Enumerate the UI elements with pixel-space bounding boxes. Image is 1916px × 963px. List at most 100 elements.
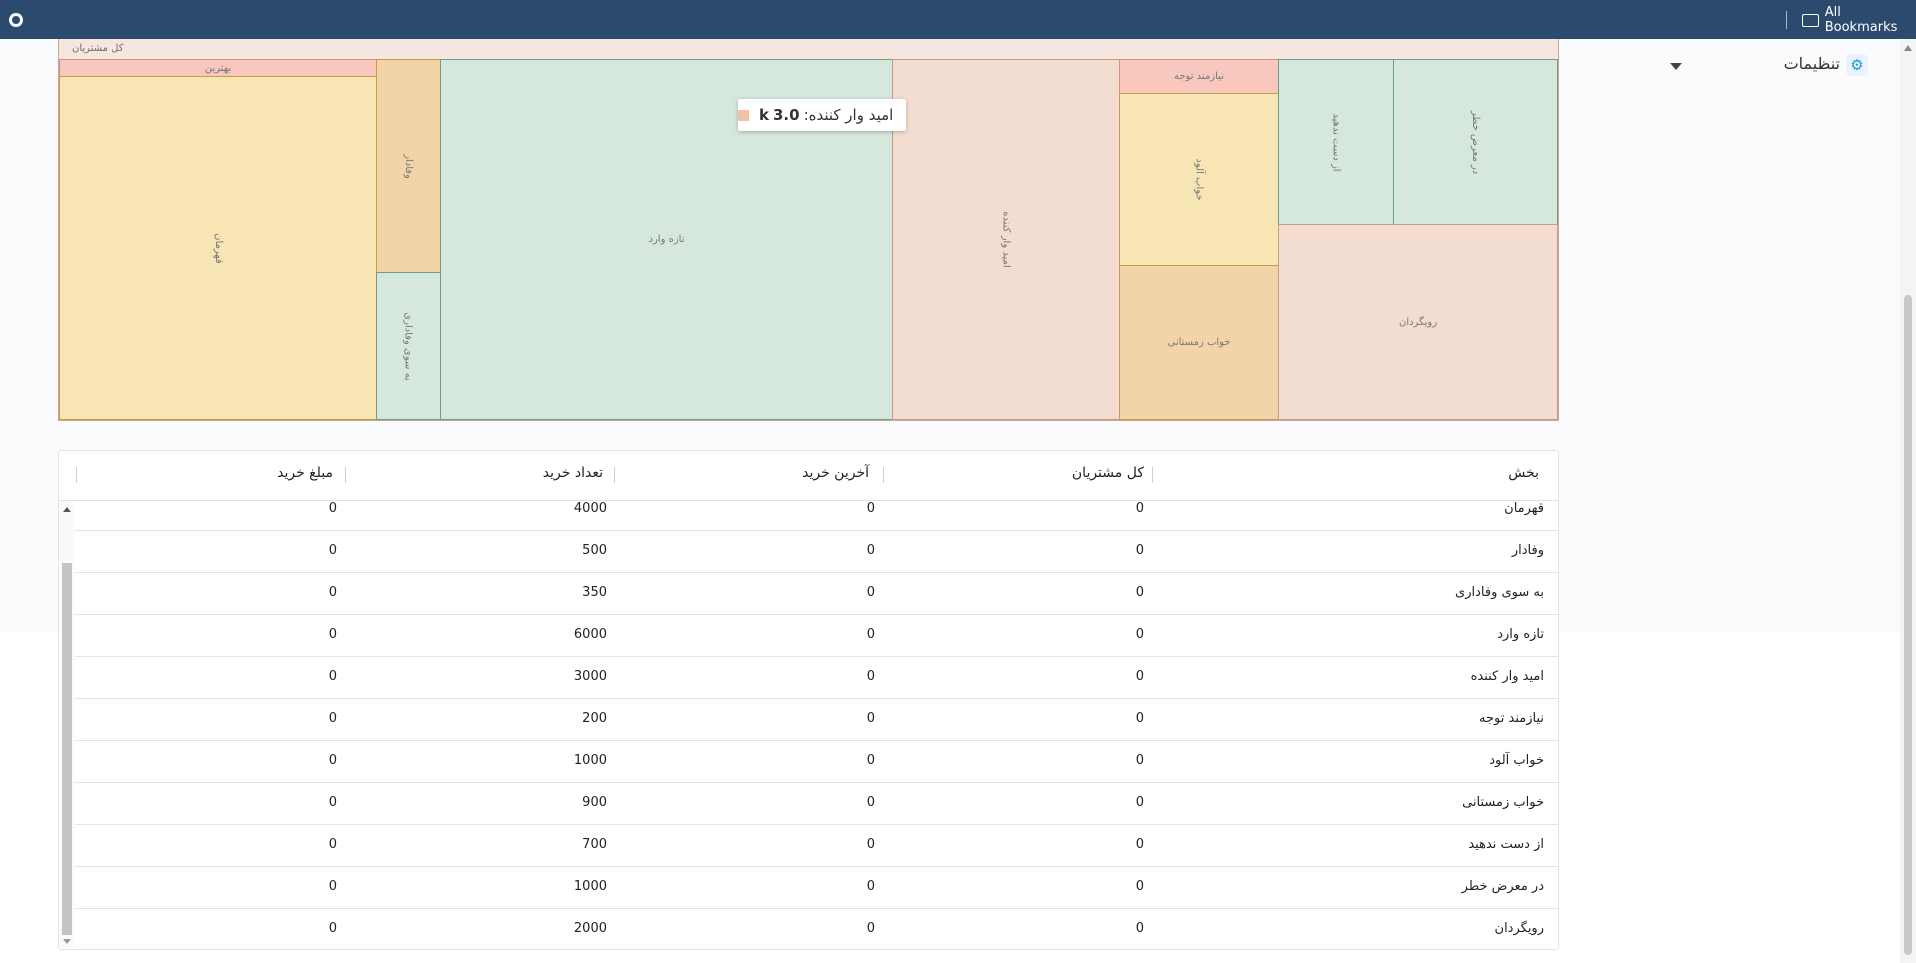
cell-last-purchase: 0 <box>866 795 875 810</box>
browser-bookmarks-bar: All Bookmarks <box>0 0 1916 39</box>
tooltip-unit: k <box>759 106 769 124</box>
tile-hibernate[interactable]: خواب زمستانی <box>1119 265 1279 420</box>
cell-purchase-amount: 0 <box>328 627 337 642</box>
all-bookmarks-button[interactable]: All Bookmarks <box>1802 5 1916 35</box>
scroll-up-icon[interactable] <box>1904 45 1912 51</box>
cell-last-purchase: 0 <box>866 879 875 894</box>
table-row[interactable]: تازه وارد 0 0 6000 0 <box>75 614 1558 657</box>
bookmarks-separator <box>1786 11 1787 29</box>
header-total-customers[interactable]: کل مشتریان <box>1049 465 1144 481</box>
folder-icon <box>1802 13 1819 27</box>
column-separator[interactable] <box>883 467 884 483</box>
table-row[interactable]: از دست ندهید 0 0 700 0 <box>75 824 1558 867</box>
table-scrollbar[interactable] <box>60 501 74 947</box>
cell-total-customers: 0 <box>1135 627 1144 642</box>
cell-purchase-amount: 0 <box>328 711 337 726</box>
cell-last-purchase: 0 <box>866 921 875 936</box>
cell-segment: تازه وارد <box>1497 627 1544 642</box>
customer-segments-treemap: کل مشتریان بهترین قهرمان وفادار به سوی و… <box>58 39 1559 421</box>
cell-total-customers: 0 <box>1135 795 1144 810</box>
cell-last-purchase: 0 <box>866 585 875 600</box>
table-header: مبلغ خرید تعداد خرید آخرین خرید کل مشتری… <box>59 451 1558 501</box>
tile-hopeful[interactable]: امید وار کننده <box>892 59 1120 420</box>
treemap-root-label: کل مشتریان <box>72 43 124 54</box>
cell-purchase-amount: 0 <box>328 837 337 852</box>
cell-segment: خواب زمستانی <box>1462 795 1544 810</box>
tile-toward-loyal[interactable]: به سوی وفاداری <box>376 272 441 420</box>
cell-purchase-count: 1000 <box>573 753 607 768</box>
table-row[interactable]: در معرض خطر 0 0 1000 0 <box>75 866 1558 909</box>
gear-icon[interactable]: ⚙ <box>1846 54 1868 76</box>
chevron-down-icon[interactable] <box>1670 63 1682 70</box>
table-row[interactable]: قهرمان 0 0 4000 0 <box>75 501 1558 531</box>
cell-last-purchase: 0 <box>866 543 875 558</box>
cell-purchase-count: 700 <box>582 837 607 852</box>
cell-total-customers: 0 <box>1135 753 1144 768</box>
cell-last-purchase: 0 <box>866 669 875 684</box>
tile-dont-lose[interactable]: از دست ندهید <box>1278 59 1394 225</box>
page-scrollbar[interactable] <box>1900 39 1916 963</box>
tile-need-attention[interactable]: نیازمند توجه <box>1119 59 1279 94</box>
table-row[interactable]: رویگردان 0 0 2000 0 <box>75 908 1558 947</box>
cell-purchase-amount: 0 <box>328 879 337 894</box>
column-separator[interactable] <box>345 467 346 483</box>
cell-purchase-amount: 0 <box>328 501 337 516</box>
table-body: قهرمان 0 0 4000 0 وفادار 0 0 500 0 به سو… <box>75 501 1558 947</box>
cell-segment: در معرض خطر <box>1461 879 1544 894</box>
header-segment[interactable]: بخش <box>1479 465 1539 481</box>
table-scroll-thumb[interactable] <box>62 563 72 935</box>
cell-segment: از دست ندهید <box>1468 837 1544 852</box>
cell-total-customers: 0 <box>1135 879 1144 894</box>
column-separator[interactable] <box>614 467 615 483</box>
table-row[interactable]: به سوی وفاداری 0 0 350 0 <box>75 572 1558 615</box>
tile-sleepy[interactable]: خواب آلود <box>1119 93 1279 266</box>
cell-last-purchase: 0 <box>866 627 875 642</box>
cell-total-customers: 0 <box>1135 585 1144 600</box>
tile-at-risk[interactable]: در معرض خطر <box>1393 59 1558 225</box>
cell-purchase-amount: 0 <box>328 543 337 558</box>
cell-total-customers: 0 <box>1135 711 1144 726</box>
tooltip-swatch <box>738 109 749 121</box>
scroll-down-icon[interactable] <box>63 939 71 944</box>
cell-purchase-count: 3000 <box>573 669 607 684</box>
table-row[interactable]: وفادار 0 0 500 0 <box>75 530 1558 573</box>
globe-icon[interactable] <box>9 13 23 27</box>
cell-segment: خواب آلود <box>1489 753 1544 768</box>
tile-loyal[interactable]: وفادار <box>376 59 441 273</box>
cell-segment: امید وار کننده <box>1470 669 1544 684</box>
header-purchase-count[interactable]: تعداد خرید <box>523 465 603 481</box>
header-purchase-amount[interactable]: مبلغ خرید <box>273 465 333 481</box>
page-scroll-thumb[interactable] <box>1904 295 1912 955</box>
header-last-purchase[interactable]: آخرین خرید <box>789 465 869 481</box>
cell-segment: رویگردان <box>1494 921 1544 936</box>
tile-churned[interactable]: رویگردان <box>1278 224 1558 420</box>
treemap-tooltip: امید وار کننده: 3.0 k <box>738 99 906 131</box>
cell-purchase-count: 900 <box>582 795 607 810</box>
table-row[interactable]: خواب زمستانی 0 0 900 0 <box>75 782 1558 825</box>
cell-purchase-amount: 0 <box>328 921 337 936</box>
cell-last-purchase: 0 <box>866 753 875 768</box>
cell-purchase-count: 350 <box>582 585 607 600</box>
all-bookmarks-label: All Bookmarks <box>1824 5 1898 35</box>
cell-purchase-count: 2000 <box>573 921 607 936</box>
cell-purchase-count: 500 <box>582 543 607 558</box>
cell-purchase-amount: 0 <box>328 669 337 684</box>
table-row[interactable]: امید وار کننده 0 0 3000 0 <box>75 656 1558 699</box>
settings-dropdown[interactable]: تنظیمات ⚙ <box>1660 52 1870 80</box>
column-separator[interactable] <box>76 467 77 483</box>
settings-label: تنظیمات <box>1783 54 1840 73</box>
cell-purchase-amount: 0 <box>328 753 337 768</box>
scroll-up-icon[interactable] <box>63 507 71 512</box>
cell-last-purchase: 0 <box>866 837 875 852</box>
cell-last-purchase: 0 <box>866 501 875 516</box>
table-row[interactable]: خواب آلود 0 0 1000 0 <box>75 740 1558 783</box>
tile-champion[interactable]: قهرمان <box>59 76 377 420</box>
cell-segment: قهرمان <box>1504 501 1544 516</box>
tile-best[interactable]: بهترین <box>59 59 377 77</box>
tooltip-value: 3.0 <box>772 106 800 124</box>
cell-purchase-count: 4000 <box>573 501 607 516</box>
cell-purchase-amount: 0 <box>328 585 337 600</box>
column-separator[interactable] <box>1152 467 1153 483</box>
table-row[interactable]: نیازمند توجه 0 0 200 0 <box>75 698 1558 741</box>
cell-total-customers: 0 <box>1135 837 1144 852</box>
